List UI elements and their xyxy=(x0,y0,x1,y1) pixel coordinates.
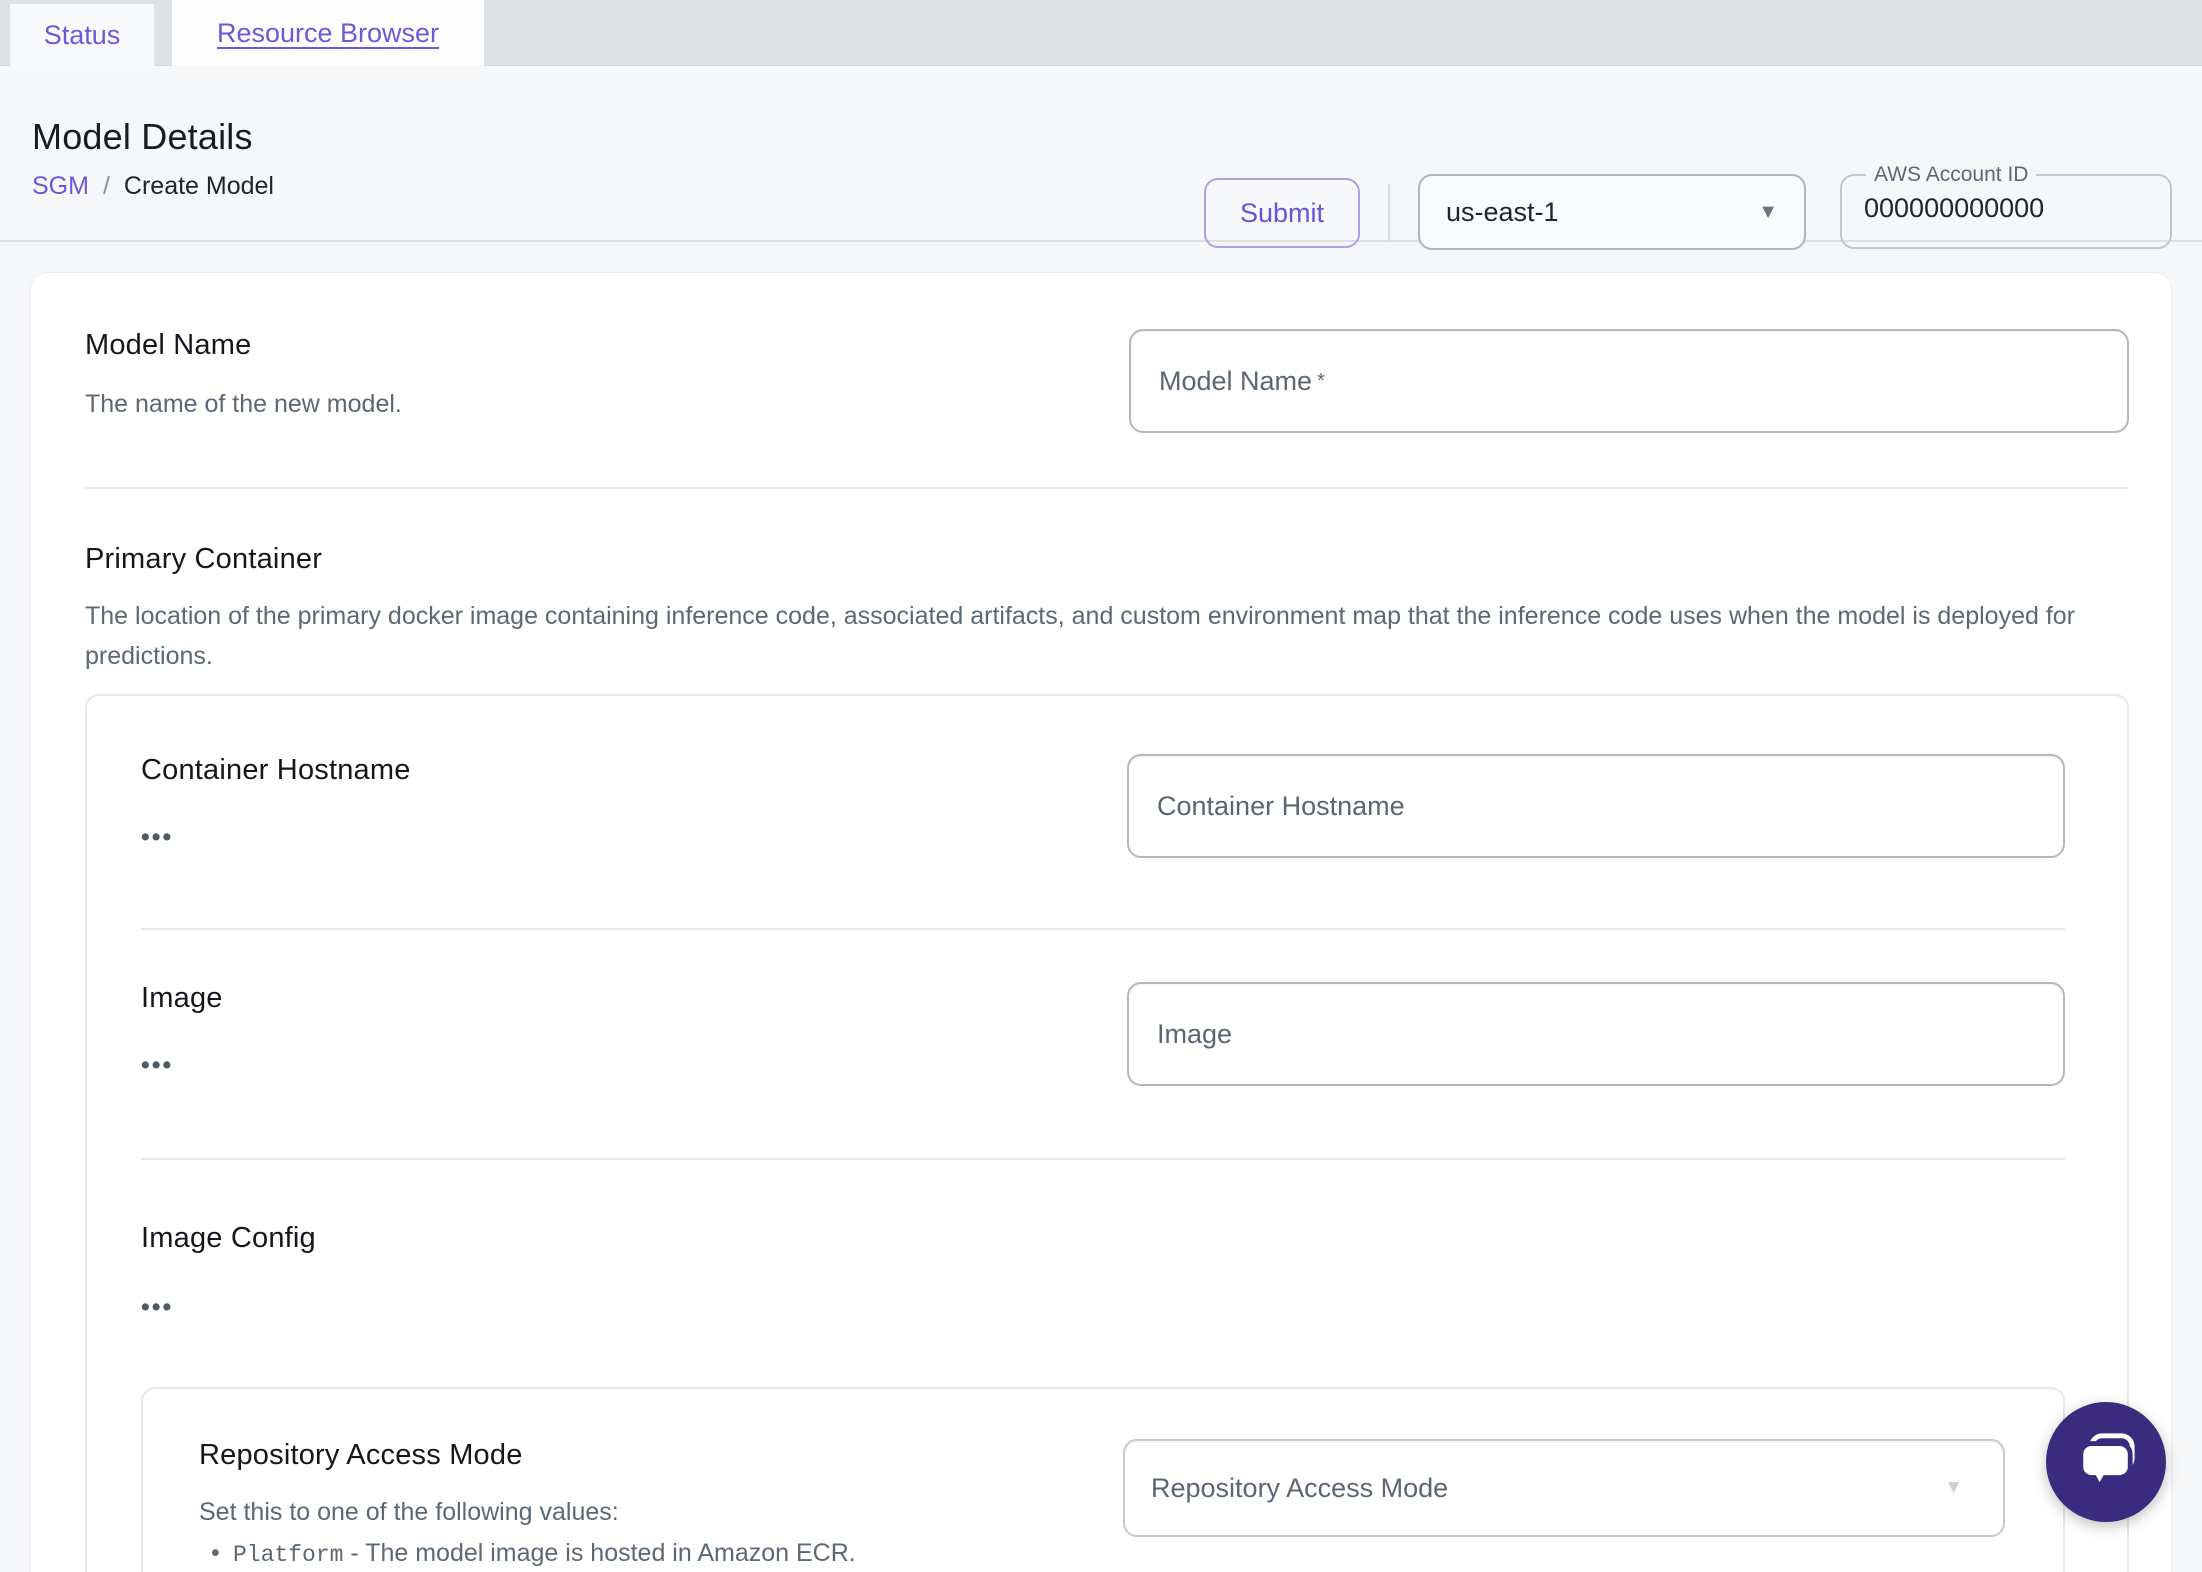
image-config-card: Repository Access Mode Set this to one o… xyxy=(141,1387,2065,1572)
image-row: Image ••• Image xyxy=(141,930,2065,1158)
model-details-card: Model Name The name of the new model. Mo… xyxy=(30,272,2172,1572)
primary-container-card: Container Hostname ••• Container Hostnam… xyxy=(85,694,2129,1572)
option-text: - The model image is hosted in Amazon EC… xyxy=(343,1539,856,1567)
container-hostname-heading: Container Hostname xyxy=(141,754,411,786)
container-hostname-labels: Container Hostname ••• xyxy=(141,754,411,850)
model-name-placeholder: Model Name xyxy=(1159,365,1313,396)
primary-container-section: Primary Container The location of the pr… xyxy=(85,489,2129,1572)
tab-status-label: Status xyxy=(43,19,121,50)
container-hostname-row: Container Hostname ••• Container Hostnam… xyxy=(141,696,2065,928)
more-options-icon[interactable]: ••• xyxy=(141,1053,173,1078)
model-name-labels: Model Name The name of the new model. xyxy=(85,329,402,424)
header-controls: Submit us-east-1 ▼ AWS Account ID 000000… xyxy=(1204,163,2172,250)
repository-access-mode-placeholder: Repository Access Mode xyxy=(1151,1472,1449,1503)
region-select[interactable]: us-east-1 ▼ xyxy=(1418,174,1806,250)
header-divider xyxy=(1388,184,1390,242)
region-select-value: us-east-1 xyxy=(1446,196,1559,227)
primary-container-heading: Primary Container xyxy=(85,543,323,575)
more-options-icon[interactable]: ••• xyxy=(141,825,173,850)
chat-launcher-button[interactable] xyxy=(2046,1402,2166,1522)
chevron-down-icon: ▼ xyxy=(1944,1477,1963,1498)
repository-access-mode-options-list: Platform - The model image is hosted in … xyxy=(199,1537,1048,1572)
image-placeholder: Image xyxy=(1157,1018,1233,1049)
tab-resource-browser-label: Resource Browser xyxy=(216,17,440,48)
image-labels: Image ••• xyxy=(141,982,223,1078)
image-heading: Image xyxy=(141,982,223,1014)
repository-access-mode-labels: Repository Access Mode Set this to one o… xyxy=(199,1439,1048,1572)
aws-account-id-label: AWS Account ID xyxy=(1874,163,2029,186)
required-marker: * xyxy=(1317,369,1325,392)
breadcrumb-current: Create Model xyxy=(123,172,274,200)
breadcrumb-sgm-link[interactable]: SGM xyxy=(32,172,89,201)
repository-access-mode-select[interactable]: Repository Access Mode ▼ xyxy=(1123,1439,2005,1537)
image-config-heading: Image Config xyxy=(141,1222,316,1254)
model-name-input[interactable]: Model Name * xyxy=(1129,329,2129,433)
more-options-icon[interactable]: ••• xyxy=(141,1295,2065,1320)
image-input[interactable]: Image xyxy=(1127,982,2065,1086)
container-hostname-placeholder: Container Hostname xyxy=(1157,790,1405,821)
tab-resource-browser[interactable]: Resource Browser xyxy=(172,0,484,66)
chevron-down-icon: ▼ xyxy=(1758,200,1778,223)
container-hostname-input[interactable]: Container Hostname xyxy=(1127,754,2065,858)
aws-account-id-value: 000000000000 xyxy=(1864,193,2045,223)
repository-access-mode-row: Repository Access Mode Set this to one o… xyxy=(199,1439,2005,1572)
model-name-heading: Model Name xyxy=(85,329,252,361)
image-config-section: Image Config ••• Repository Access Mode … xyxy=(141,1160,2065,1572)
submit-button[interactable]: Submit xyxy=(1204,178,1360,248)
aws-account-id-field[interactable]: AWS Account ID 000000000000 xyxy=(1840,163,2172,249)
primary-container-description: The location of the primary docker image… xyxy=(85,602,2076,670)
page-header: Model Details SGM / Create Model Submit … xyxy=(0,66,2202,250)
option-code: Platform xyxy=(233,1542,344,1568)
breadcrumb-separator: / xyxy=(102,172,110,200)
repository-access-mode-heading: Repository Access Mode xyxy=(199,1439,523,1471)
repository-access-mode-description: Set this to one of the following values: xyxy=(199,1498,619,1526)
model-name-description: The name of the new model. xyxy=(85,390,402,418)
model-name-row: Model Name The name of the new model. Mo… xyxy=(85,273,2129,487)
list-item: Platform - The model image is hosted in … xyxy=(199,1537,1048,1572)
tab-status[interactable]: Status xyxy=(10,4,154,66)
tab-bar: Status Resource Browser xyxy=(0,0,2202,66)
page-title: Model Details xyxy=(32,116,253,157)
chat-bubble-icon xyxy=(2078,1433,2135,1493)
